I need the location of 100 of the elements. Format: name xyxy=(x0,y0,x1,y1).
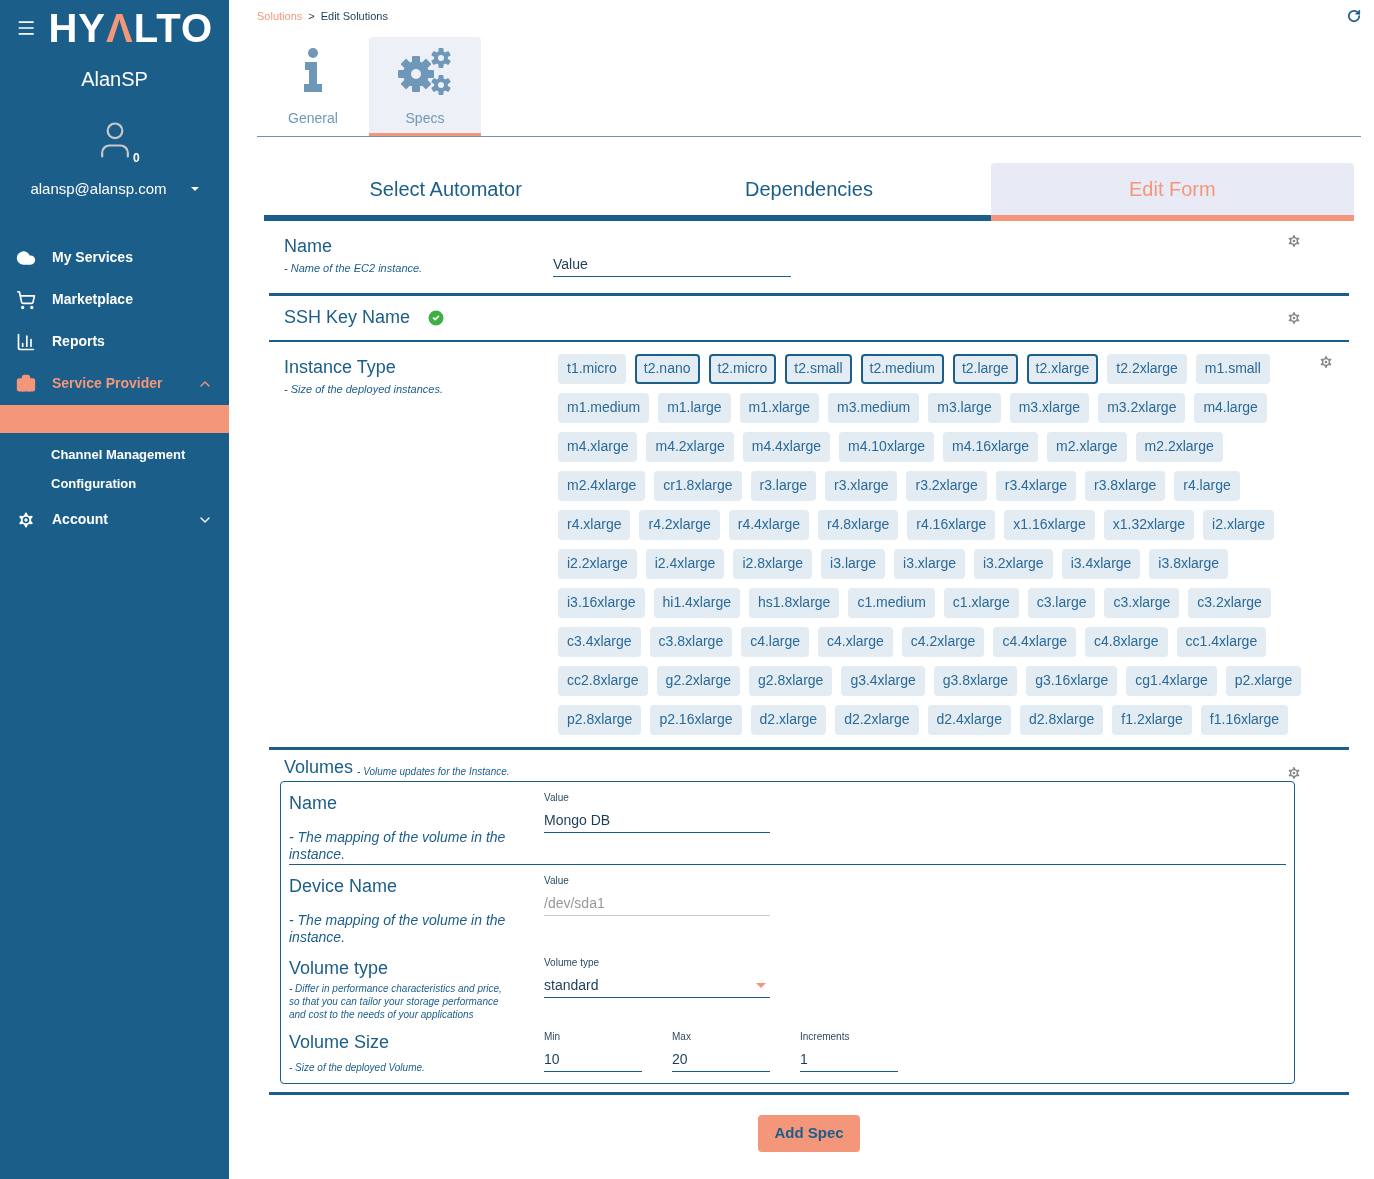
instance-type-chip[interactable]: m4.10xlarge xyxy=(839,431,935,462)
instance-type-chip[interactable]: m4.4xlarge xyxy=(742,431,830,462)
instance-type-chip[interactable]: r4.4xlarge xyxy=(728,509,809,540)
input-field[interactable]: 10 xyxy=(544,1047,642,1072)
instance-type-chip[interactable]: r4.2xlarge xyxy=(639,509,720,540)
instance-type-chip[interactable]: c4.large xyxy=(741,626,809,657)
select-field[interactable]: standard xyxy=(544,973,770,998)
instance-type-chip[interactable]: t2.nano xyxy=(634,353,700,384)
instance-type-chip[interactable]: m2.4xlarge xyxy=(558,470,646,501)
instance-type-chip[interactable]: c3.4xlarge xyxy=(558,626,641,657)
instance-type-chip[interactable]: c4.2xlarge xyxy=(901,626,985,657)
instance-type-chip[interactable]: r3.large xyxy=(750,470,816,501)
instance-type-chip[interactable]: r4.8xlarge xyxy=(818,509,899,540)
instance-type-chip[interactable]: i2.4xlarge xyxy=(645,548,725,579)
settings-icon[interactable] xyxy=(1318,353,1334,370)
instance-type-chip[interactable]: cg1.4xlarge xyxy=(1126,665,1217,696)
instance-type-chip[interactable]: m3.large xyxy=(928,392,1001,423)
instance-type-chip[interactable]: hi1.4xlarge xyxy=(653,587,740,618)
instance-type-chip[interactable]: c4.8xlarge xyxy=(1085,626,1168,657)
instance-type-chip[interactable]: g2.8xlarge xyxy=(749,665,833,696)
instance-type-chip[interactable]: i3.xlarge xyxy=(894,548,965,579)
input-field[interactable]: Mongo DB xyxy=(544,808,770,833)
instance-type-chip[interactable]: c3.8xlarge xyxy=(649,626,733,657)
instance-type-chip[interactable]: i3.large xyxy=(821,548,886,579)
instance-type-chip[interactable]: r4.xlarge xyxy=(558,509,631,540)
instance-type-chip[interactable]: g2.2xlarge xyxy=(656,665,740,696)
instance-type-chip[interactable]: i3.2xlarge xyxy=(973,548,1053,579)
instance-type-chip[interactable]: t2.large xyxy=(952,353,1018,384)
instance-type-chip[interactable]: r3.4xlarge xyxy=(995,470,1076,501)
instance-type-chip[interactable]: m4.2xlarge xyxy=(646,431,734,462)
instance-type-chip[interactable]: m3.medium xyxy=(828,392,920,423)
input-field[interactable]: Value xyxy=(553,252,791,277)
instance-type-chip[interactable]: i3.8xlarge xyxy=(1149,548,1229,579)
nav-item[interactable]: Service Provider xyxy=(0,362,229,405)
instance-type-chip[interactable]: t1.micro xyxy=(558,353,626,384)
instance-type-chip[interactable]: c3.2xlarge xyxy=(1188,587,1271,618)
nav-item[interactable]: My Services xyxy=(0,236,229,279)
refresh-icon[interactable] xyxy=(1347,9,1361,24)
instance-type-chip[interactable]: m3.2xlarge xyxy=(1098,392,1186,423)
instance-type-chip[interactable]: t2.micro xyxy=(708,353,777,384)
instance-type-chip[interactable]: g3.4xlarge xyxy=(841,665,925,696)
instance-type-chip[interactable]: r4.large xyxy=(1174,470,1240,501)
instance-type-chip[interactable]: f1.2xlarge xyxy=(1112,704,1192,735)
instance-type-chip[interactable]: d2.xlarge xyxy=(750,704,827,735)
instance-type-chip[interactable]: cr1.8xlarge xyxy=(654,470,742,501)
add-spec-button[interactable]: Add Spec xyxy=(758,1114,860,1152)
dropdown-caret-icon[interactable] xyxy=(190,187,199,192)
instance-type-chip[interactable]: g3.8xlarge xyxy=(933,665,1018,696)
instance-type-chip[interactable]: m1.medium xyxy=(558,392,650,423)
nav-item[interactable]: Reports xyxy=(0,320,229,363)
instance-type-chip[interactable]: r4.16xlarge xyxy=(907,509,996,540)
input-field[interactable]: 20 xyxy=(672,1047,770,1072)
instance-type-chip[interactable]: t2.medium xyxy=(860,353,944,384)
instance-type-chip[interactable]: f1.16xlarge xyxy=(1200,704,1289,735)
nav-item[interactable]: Marketplace xyxy=(0,278,229,321)
settings-icon[interactable] xyxy=(1286,232,1302,249)
instance-type-chip[interactable]: c4.4xlarge xyxy=(993,626,1076,657)
nav-subitem[interactable]: Configuration xyxy=(0,469,229,499)
instance-type-chip[interactable]: r3.2xlarge xyxy=(906,470,987,501)
instance-type-chip[interactable]: m2.xlarge xyxy=(1047,431,1127,462)
instance-type-chip[interactable]: x1.32xlarge xyxy=(1103,509,1195,540)
instance-type-chip[interactable]: hs1.8xlarge xyxy=(749,587,840,618)
tab[interactable]: General xyxy=(257,36,369,136)
instance-type-chip[interactable]: m2.2xlarge xyxy=(1135,431,1223,462)
instance-type-chip[interactable]: d2.4xlarge xyxy=(927,704,1011,735)
nav-subitem[interactable]: Channel Management xyxy=(0,440,229,470)
instance-type-chip[interactable]: r3.8xlarge xyxy=(1085,470,1166,501)
input-field[interactable]: 1 xyxy=(800,1047,898,1072)
instance-type-chip[interactable]: i2.xlarge xyxy=(1203,509,1274,540)
instance-type-chip[interactable]: p2.xlarge xyxy=(1225,665,1302,696)
instance-type-chip[interactable]: m4.large xyxy=(1194,392,1267,423)
instance-type-chip[interactable]: r3.xlarge xyxy=(825,470,898,501)
instance-type-chip[interactable]: i3.16xlarge xyxy=(558,587,645,618)
instance-type-chip[interactable]: c3.large xyxy=(1027,587,1096,618)
instance-type-chip[interactable]: c3.xlarge xyxy=(1104,587,1180,618)
instance-type-chip[interactable]: c1.xlarge xyxy=(943,587,1019,618)
instance-type-chip[interactable]: m1.small xyxy=(1195,353,1270,384)
instance-type-chip[interactable]: p2.8xlarge xyxy=(558,704,642,735)
instance-type-chip[interactable]: p2.16xlarge xyxy=(650,704,742,735)
instance-type-chip[interactable]: t2.2xlarge xyxy=(1107,353,1187,384)
tab[interactable]: Specs xyxy=(369,36,481,136)
instance-type-chip[interactable]: x1.16xlarge xyxy=(1004,509,1095,540)
instance-type-chip[interactable]: d2.8xlarge xyxy=(1019,704,1104,735)
instance-type-chip[interactable]: g3.16xlarge xyxy=(1026,665,1118,696)
settings-icon[interactable] xyxy=(1286,764,1302,781)
instance-type-chip[interactable]: t2.small xyxy=(785,353,852,384)
instance-type-chip[interactable]: m1.large xyxy=(658,392,731,423)
instance-type-chip[interactable]: i3.4xlarge xyxy=(1061,548,1141,579)
instance-type-chip[interactable]: m3.xlarge xyxy=(1009,392,1090,423)
instance-type-chip[interactable]: m1.xlarge xyxy=(739,392,820,423)
instance-type-chip[interactable]: t2.xlarge xyxy=(1026,353,1099,384)
instance-type-chip[interactable]: cc2.8xlarge xyxy=(558,665,648,696)
instance-type-chip[interactable]: c4.xlarge xyxy=(818,626,893,657)
instance-type-chip[interactable]: m4.xlarge xyxy=(558,431,638,462)
subtab[interactable]: Select Automator xyxy=(264,162,628,221)
input-field[interactable]: /dev/sda1 xyxy=(544,891,770,916)
instance-type-chip[interactable]: d2.2xlarge xyxy=(835,704,919,735)
instance-type-chip[interactable]: i2.2xlarge xyxy=(558,548,637,579)
instance-type-chip[interactable]: cc1.4xlarge xyxy=(1176,626,1267,657)
settings-icon[interactable] xyxy=(1286,309,1302,326)
